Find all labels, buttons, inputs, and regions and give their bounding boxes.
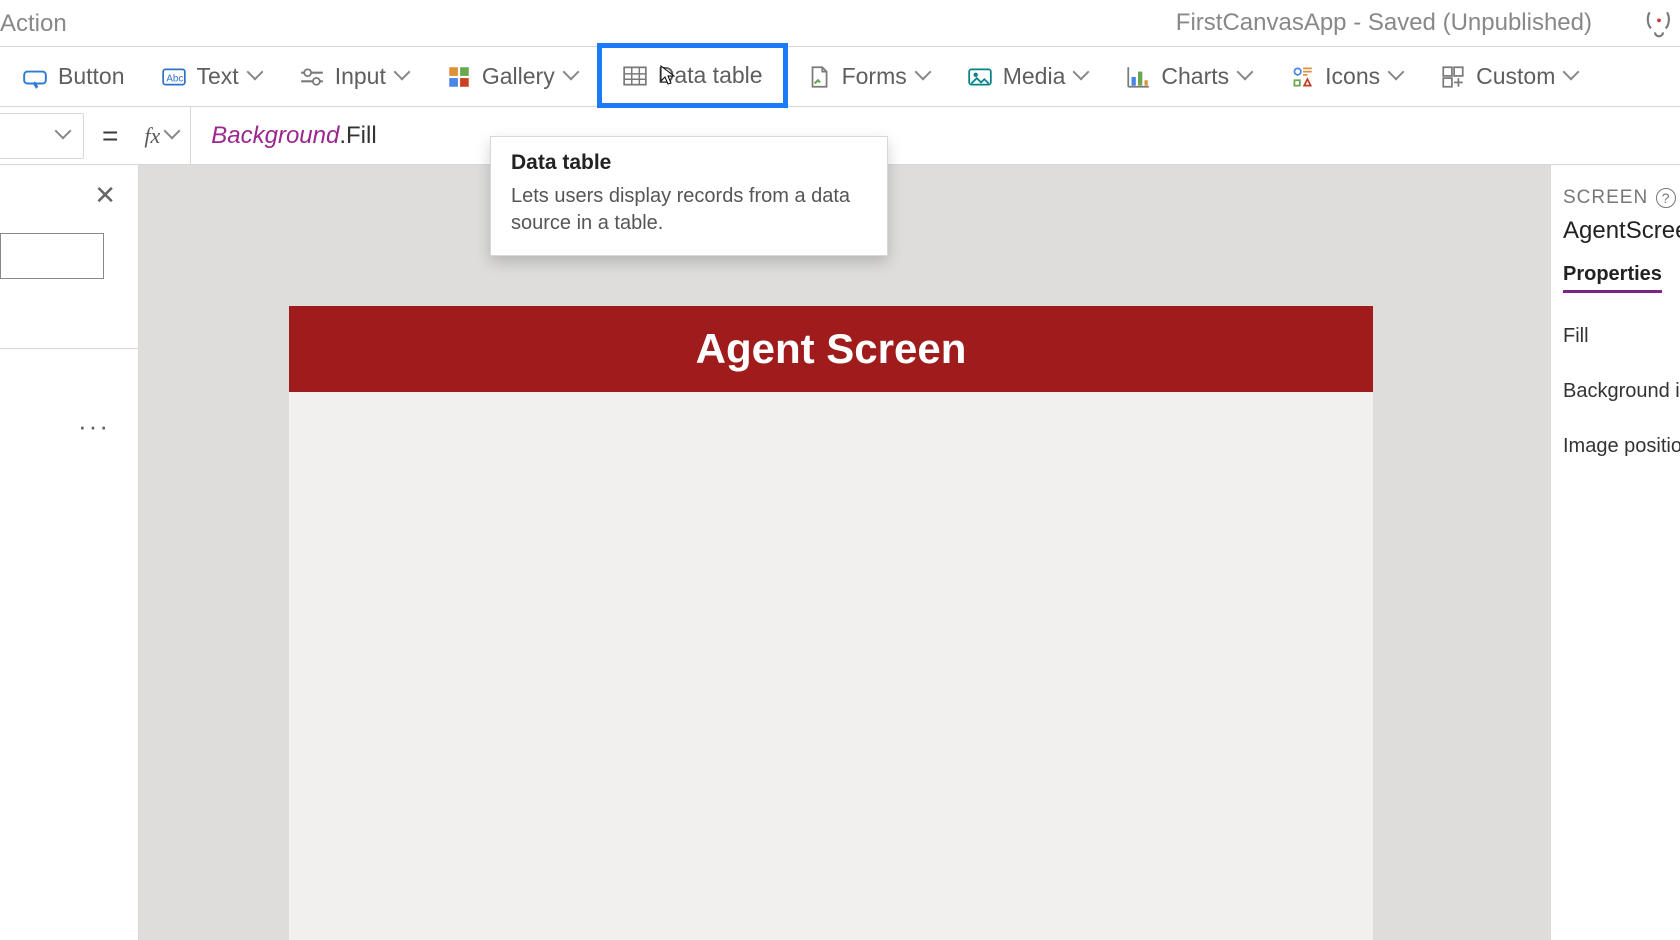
- tree-search-input[interactable]: [0, 233, 104, 279]
- insert-charts-label: Charts: [1161, 63, 1229, 90]
- app-checker-icon[interactable]: [1642, 6, 1676, 40]
- fx-button[interactable]: fx: [136, 107, 191, 164]
- text-icon: Abc: [161, 64, 187, 90]
- insert-text-label: Text: [197, 63, 239, 90]
- insert-ribbon: Button Abc Text Input Gallery Data table: [0, 47, 1680, 107]
- chevron-down-icon: [565, 68, 579, 82]
- formula-token-dot: .: [339, 122, 346, 149]
- tree-view-panel: ✕ ···: [0, 165, 139, 940]
- custom-icon: [1440, 64, 1466, 90]
- insert-media-label: Media: [1003, 63, 1066, 90]
- input-icon: [299, 64, 325, 90]
- insert-icons[interactable]: Icons: [1271, 53, 1422, 100]
- ribbon-tab-action[interactable]: Action: [0, 1, 67, 45]
- insert-button[interactable]: Button: [4, 53, 143, 100]
- insert-charts[interactable]: Charts: [1107, 53, 1271, 100]
- tooltip: Data table Lets users display records fr…: [490, 136, 888, 256]
- insert-gallery-label: Gallery: [482, 63, 555, 90]
- selected-object-name: AgentScree: [1563, 217, 1680, 245]
- formula-token-property: Fill: [346, 122, 377, 149]
- chevron-down-icon: [166, 127, 180, 141]
- screen-artboard[interactable]: Agent Screen: [289, 306, 1373, 940]
- charts-icon: [1125, 64, 1151, 90]
- button-icon: [22, 64, 48, 90]
- data-table-icon: [622, 63, 648, 89]
- insert-input-label: Input: [335, 63, 386, 90]
- insert-gallery[interactable]: Gallery: [428, 53, 597, 100]
- insert-data-table[interactable]: Data table: [597, 43, 788, 108]
- chevron-down-icon: [1565, 68, 1579, 82]
- chevron-down-icon: [1075, 68, 1089, 82]
- chevron-down-icon: [1239, 68, 1253, 82]
- tree-item-more[interactable]: ···: [0, 395, 138, 457]
- gallery-icon: [446, 64, 472, 90]
- fx-label: fx: [144, 123, 160, 149]
- svg-text:Abc: Abc: [166, 73, 183, 84]
- insert-forms[interactable]: Forms: [788, 53, 949, 100]
- chevron-down-icon: [1390, 68, 1404, 82]
- app-save-status: FirstCanvasApp - Saved (Unpublished): [1176, 9, 1622, 37]
- equals-sign: =: [84, 120, 136, 152]
- close-panel-button[interactable]: ✕: [94, 180, 116, 211]
- forms-icon: [806, 64, 832, 90]
- chevron-down-icon: [917, 68, 931, 82]
- tooltip-title: Data table: [511, 151, 867, 175]
- insert-forms-label: Forms: [842, 63, 907, 90]
- insert-button-label: Button: [58, 63, 125, 90]
- property-fill[interactable]: Fill: [1563, 325, 1680, 348]
- insert-custom-label: Custom: [1476, 63, 1555, 90]
- main-area: ✕ ··· Agent Screen SCREEN ? AgentScree P…: [0, 165, 1680, 940]
- insert-media[interactable]: Media: [949, 53, 1108, 100]
- insert-text[interactable]: Abc Text: [143, 53, 281, 100]
- tooltip-body: Lets users display records from a data s…: [511, 183, 867, 237]
- properties-panel: SCREEN ? AgentScree Properties Fill Back…: [1550, 165, 1680, 940]
- chevron-down-icon: [249, 68, 263, 82]
- insert-icons-label: Icons: [1325, 63, 1380, 90]
- media-icon: [967, 64, 993, 90]
- help-icon[interactable]: ?: [1656, 188, 1676, 208]
- chevron-down-icon: [57, 127, 71, 141]
- property-image-position[interactable]: Image positio: [1563, 435, 1680, 458]
- screen-header-title: Agent Screen: [696, 325, 967, 373]
- formula-token-object: Background: [211, 122, 339, 149]
- canvas[interactable]: Agent Screen: [139, 165, 1550, 940]
- chevron-down-icon: [396, 68, 410, 82]
- tree-divider: [0, 279, 138, 349]
- properties-tab[interactable]: Properties: [1563, 263, 1662, 293]
- properties-section-label: SCREEN: [1563, 187, 1648, 209]
- formula-input[interactable]: Background.Fill: [191, 121, 376, 150]
- property-dropdown[interactable]: [0, 113, 84, 159]
- insert-data-table-label: Data table: [658, 62, 763, 89]
- title-bar: Action FirstCanvasApp - Saved (Unpublish…: [0, 0, 1680, 47]
- icons-icon: [1289, 64, 1315, 90]
- insert-custom[interactable]: Custom: [1422, 53, 1597, 100]
- screen-header-bar: Agent Screen: [289, 306, 1373, 392]
- property-background-image[interactable]: Background i: [1563, 380, 1680, 403]
- insert-input[interactable]: Input: [281, 53, 428, 100]
